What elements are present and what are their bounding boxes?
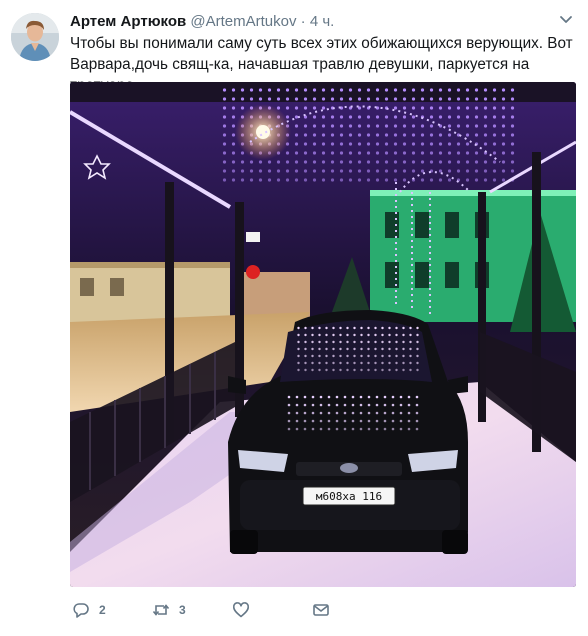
tweet-header: Артем Артюков @ArtemArtukov · 4 ч. <box>70 12 548 32</box>
avatar[interactable] <box>11 13 59 61</box>
tweet: Артем Артюков @ArtemArtukov · 4 ч. Чтобы… <box>0 0 588 636</box>
heart-icon <box>232 601 250 619</box>
retweet-button[interactable]: 3 <box>152 600 186 620</box>
retweet-icon <box>152 601 170 619</box>
separator-dot: · <box>300 13 306 30</box>
reply-icon <box>72 601 90 619</box>
user-handle[interactable]: @ArtemArtukov <box>190 13 296 30</box>
tweet-actions: 2 3 <box>70 600 490 622</box>
timestamp[interactable]: 4 ч. <box>310 13 335 30</box>
avatar-image <box>11 13 59 61</box>
display-name[interactable]: Артем Артюков <box>70 13 186 30</box>
direct-message-button[interactable] <box>312 600 330 620</box>
license-plate-text: м608ха 116 <box>316 490 382 503</box>
reply-button[interactable]: 2 <box>72 600 106 620</box>
reply-count: 2 <box>99 603 106 617</box>
envelope-icon <box>312 601 330 619</box>
photo-illustration: м608ха 116 <box>70 82 576 587</box>
retweet-count: 3 <box>179 603 186 617</box>
tweet-photo[interactable]: м608ха 116 <box>70 82 576 587</box>
chevron-down-icon[interactable] <box>558 12 574 28</box>
like-button[interactable] <box>232 600 259 620</box>
